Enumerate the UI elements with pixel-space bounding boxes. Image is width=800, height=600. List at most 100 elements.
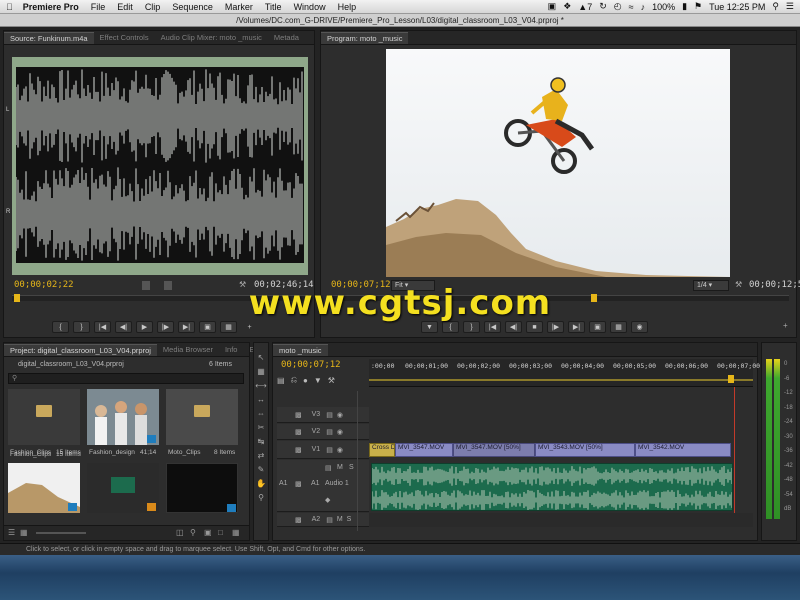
snap-icon[interactable]: ⎌ bbox=[291, 375, 297, 385]
mute-toggle[interactable]: M bbox=[337, 516, 343, 523]
toggle-output-icon[interactable]: ▤ bbox=[325, 464, 332, 472]
search-icon[interactable]: ⚲ bbox=[772, 1, 779, 12]
track-header-a2[interactable]: ▩ A2 ▤ M S bbox=[277, 513, 369, 527]
trash-icon[interactable]: ▦ bbox=[232, 528, 240, 537]
track-select-tool-icon[interactable]: ▦ bbox=[255, 365, 267, 377]
clip-mvi-3547[interactable]: MVI_3547.MOV bbox=[395, 443, 453, 457]
bluetooth-icon[interactable]: ❖ bbox=[563, 1, 571, 12]
lock-icon[interactable]: ▩ bbox=[295, 411, 302, 419]
icon-view-icon[interactable]: ▦ bbox=[20, 528, 28, 537]
pen-tool-icon[interactable]: ✎ bbox=[255, 463, 267, 475]
toggle-output-icon[interactable]: ▤ bbox=[326, 446, 333, 454]
project-search-input[interactable]: ⚲ bbox=[8, 373, 244, 384]
zoom-slider[interactable] bbox=[36, 532, 86, 534]
flag-icon[interactable]: ⚑ bbox=[694, 1, 702, 12]
track-header-a1[interactable]: A1 ▩ A1 ▤ M S Audio 1 ◆ bbox=[277, 460, 369, 512]
tab-info[interactable]: Info bbox=[219, 344, 244, 356]
tab-project[interactable]: Project: digital_classroom_L03_V04.prpro… bbox=[4, 344, 157, 356]
battery-percent[interactable]: 100% bbox=[652, 2, 675, 12]
tab-program[interactable]: Program: moto _music bbox=[321, 32, 409, 44]
new-item-icon[interactable]: □ bbox=[218, 528, 223, 537]
audio-clip-a1[interactable] bbox=[371, 463, 733, 511]
tab-media-browser[interactable]: Media Browser bbox=[157, 344, 219, 356]
bin-moto-clips[interactable] bbox=[166, 389, 238, 445]
track-header-v3[interactable]: ▩ V3 ▤ ◉ bbox=[277, 407, 369, 423]
clip-mvi-3543[interactable]: MVI_3543.MOV [50%] bbox=[535, 443, 635, 457]
clip-mvi-3547-50[interactable]: MVI_3547.MOV [50%] bbox=[453, 443, 535, 457]
timeline-timecode[interactable]: 00;00;07;12 bbox=[281, 360, 341, 370]
source-waveform[interactable]: L R bbox=[6, 57, 308, 275]
lock-icon[interactable]: ▩ bbox=[295, 446, 302, 454]
timeline-scrollbar[interactable] bbox=[357, 391, 367, 531]
bin-fashion-clips[interactable]: Fashion_Clips 15 Items bbox=[8, 389, 81, 458]
clip-mvi-3542[interactable]: MVI_3542.MOV bbox=[635, 443, 731, 457]
lock-icon[interactable]: ▩ bbox=[295, 516, 302, 524]
track-header-v2[interactable]: ▩ V2 ▤ ◉ bbox=[277, 424, 369, 440]
tab-effect-controls[interactable]: Effect Controls bbox=[94, 32, 155, 44]
rolling-edit-tool-icon[interactable]: ↔ bbox=[255, 393, 267, 405]
linked-selection-icon[interactable]: ● bbox=[303, 376, 308, 385]
zoom-tool-icon[interactable]: ⚲ bbox=[255, 491, 267, 503]
source-patch-a1[interactable]: A1 bbox=[279, 480, 288, 487]
lock-icon[interactable]: ▩ bbox=[295, 480, 302, 488]
menu-edit[interactable]: Edit bbox=[111, 2, 139, 12]
ripple-edit-tool-icon[interactable]: ⟷ bbox=[255, 379, 267, 391]
clip-fashion-design[interactable] bbox=[87, 389, 159, 445]
tab-audio-clip-mixer[interactable]: Audio Clip Mixer: moto _music bbox=[155, 32, 268, 44]
menu-title[interactable]: Title bbox=[259, 2, 288, 12]
tab-source[interactable]: Source: Funkinum.m4a bbox=[4, 32, 94, 44]
menu-file[interactable]: File bbox=[85, 2, 112, 12]
menu-marker[interactable]: Marker bbox=[219, 2, 259, 12]
toggle-output-icon[interactable]: ▤ bbox=[326, 411, 333, 419]
menu-clip[interactable]: Clip bbox=[139, 2, 167, 12]
selection-tool-icon[interactable]: ↖ bbox=[255, 351, 267, 363]
slide-tool-icon[interactable]: ⇄ bbox=[255, 449, 267, 461]
list-icon[interactable]: ☰ bbox=[786, 1, 794, 12]
list-view-icon[interactable]: ☰ bbox=[8, 528, 15, 537]
toggle-output-icon[interactable]: ▤ bbox=[326, 428, 333, 436]
sync-icon[interactable]: ↻ bbox=[599, 1, 607, 12]
eye-icon[interactable]: ◉ bbox=[337, 411, 343, 419]
clip-audio[interactable] bbox=[87, 463, 159, 513]
clip-dirt-jump[interactable] bbox=[8, 463, 80, 513]
timeline-wrench-icon[interactable]: ⚒ bbox=[328, 376, 335, 385]
cross-dissolve-clip[interactable]: Cross D bbox=[369, 443, 395, 457]
program-video-frame[interactable] bbox=[386, 49, 730, 277]
wifi-icon[interactable]: ≈ bbox=[629, 2, 634, 12]
nest-icon[interactable]: ▤ bbox=[277, 376, 285, 385]
hand-tool-icon[interactable]: ✋ bbox=[255, 477, 267, 489]
menu-app[interactable]: Premiere Pro bbox=[19, 2, 85, 12]
keyframe-icon[interactable]: ◆ bbox=[325, 496, 330, 504]
slip-tool-icon[interactable]: ↹ bbox=[255, 435, 267, 447]
track-header-v1[interactable]: ▩ V1 ▤ ◉ bbox=[277, 441, 369, 459]
tab-sequence[interactable]: moto _music bbox=[273, 344, 328, 356]
add-marker-icon[interactable]: ▼ bbox=[314, 376, 322, 385]
volume-icon[interactable]: ♪ bbox=[641, 2, 646, 12]
camera-icon[interactable]: ▣ bbox=[548, 1, 557, 12]
find-icon[interactable]: ⚲ bbox=[190, 528, 196, 537]
solo-toggle[interactable]: S bbox=[349, 464, 354, 471]
toggle-output-icon[interactable]: ▤ bbox=[326, 516, 333, 524]
clip-black-video[interactable] bbox=[166, 463, 238, 513]
apple-icon[interactable]:  bbox=[0, 2, 19, 12]
work-area-bar[interactable] bbox=[369, 379, 753, 381]
menu-sequence[interactable]: Sequence bbox=[166, 2, 219, 12]
eye-icon[interactable]: ◉ bbox=[337, 428, 343, 436]
lock-icon[interactable]: ▩ bbox=[295, 428, 302, 436]
track-a2-lane[interactable] bbox=[369, 513, 753, 527]
notification-badge[interactable]: ▲7 bbox=[578, 2, 592, 12]
razor-tool-icon[interactable]: ✂ bbox=[255, 421, 267, 433]
clock[interactable]: Tue 12:25 PM bbox=[709, 2, 765, 12]
new-bin-icon[interactable]: ▣ bbox=[204, 528, 212, 537]
track-v1-lane[interactable]: Cross D MVI_3547.MOV MVI_3547.MOV [50%] … bbox=[369, 443, 753, 457]
time-machine-icon[interactable]: ◴ bbox=[614, 1, 622, 12]
timeline-playhead-handle[interactable] bbox=[728, 375, 734, 383]
automate-icon[interactable]: ◫ bbox=[176, 528, 184, 537]
menu-window[interactable]: Window bbox=[288, 2, 332, 12]
time-ruler[interactable]: :00;00 00;00;01;00 00;00;02;00 00;00;03;… bbox=[369, 359, 760, 387]
rate-stretch-tool-icon[interactable]: ⇔ bbox=[255, 407, 267, 419]
tab-metadata[interactable]: Metada bbox=[268, 32, 305, 44]
menu-help[interactable]: Help bbox=[332, 2, 363, 12]
mute-toggle[interactable]: M bbox=[337, 464, 343, 471]
eye-icon[interactable]: ◉ bbox=[337, 446, 343, 454]
